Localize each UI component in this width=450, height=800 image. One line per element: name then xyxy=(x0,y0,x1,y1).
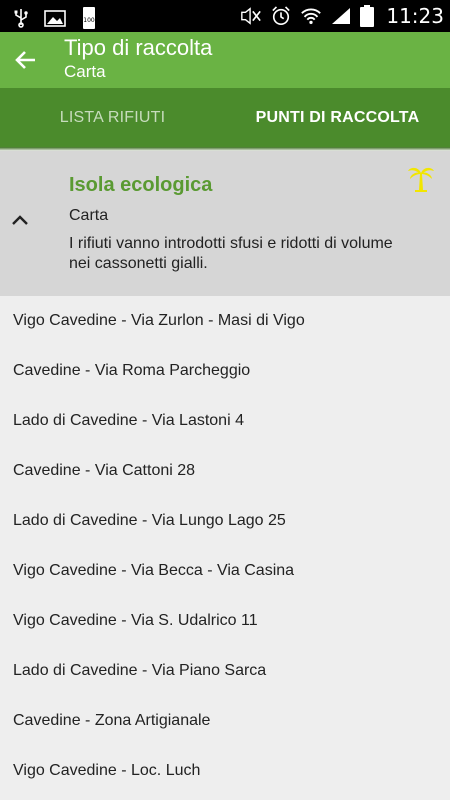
list-item[interactable]: Lado di Cavedine - Via Lastoni 4 xyxy=(0,396,450,446)
header-title: Isola ecologica xyxy=(69,174,213,196)
header-description: I rifiuti vanno introdotti sfusi e ridot… xyxy=(69,235,393,272)
header-type: Carta xyxy=(69,207,109,224)
tab-punti-di-raccolta[interactable]: PUNTI DI RACCOLTA xyxy=(225,88,450,147)
tab-bar: LISTA RIFIUTI PUNTI DI RACCOLTA xyxy=(0,88,450,147)
wifi-icon xyxy=(301,8,322,25)
arrow-back-icon xyxy=(15,51,35,69)
collection-point-header[interactable]: Isola ecologica Carta I rifiuti vanno in… xyxy=(0,151,450,296)
list-item[interactable]: Cavedine - Via Cattoni 28 xyxy=(0,446,450,496)
app-bar: Tipo di raccolta Carta xyxy=(0,32,450,88)
back-button[interactable] xyxy=(6,40,46,80)
battery-level-icon: 100 xyxy=(83,7,95,29)
list-item[interactable]: Vigo Cavedine - Via S. Udalrico 11 xyxy=(0,596,450,646)
status-bar: 100 11:23 xyxy=(0,0,450,32)
status-time: 11:23 xyxy=(386,4,444,28)
image-icon xyxy=(44,10,66,27)
tab-lista-rifiuti[interactable]: LISTA RIFIUTI xyxy=(0,88,225,147)
status-bar-right: 11:23 xyxy=(240,4,444,28)
list-item[interactable]: Vigo Cavedine - Loc. Luch xyxy=(0,746,450,796)
list-item[interactable]: Lado di Cavedine - Via Lungo Lago 25 xyxy=(0,496,450,546)
chevron-up-icon[interactable] xyxy=(10,211,30,231)
palm-tree-icon xyxy=(408,167,434,192)
page-subtitle: Carta xyxy=(64,62,106,81)
mute-icon xyxy=(241,7,262,25)
page-title: Tipo di raccolta xyxy=(64,35,213,60)
usb-icon xyxy=(14,9,28,28)
collection-points-list: Vigo Cavedine - Via Zurlon - Masi di Vig… xyxy=(0,296,450,796)
list-item[interactable]: Cavedine - Via Roma Parcheggio xyxy=(0,346,450,396)
list-item[interactable]: Vigo Cavedine - Via Becca - Via Casina xyxy=(0,546,450,596)
list-item[interactable]: Vigo Cavedine - Via Zurlon - Masi di Vig… xyxy=(0,296,450,346)
signal-icon xyxy=(332,8,351,24)
alarm-icon xyxy=(272,6,291,25)
list-item[interactable]: Cavedine - Zona Artigianale xyxy=(0,696,450,746)
list-item[interactable]: Lado di Cavedine - Via Piano Sarca xyxy=(0,646,450,696)
battery-level-text: 100 xyxy=(83,17,95,24)
battery-icon xyxy=(360,5,375,27)
status-bar-left: 100 xyxy=(10,6,100,30)
